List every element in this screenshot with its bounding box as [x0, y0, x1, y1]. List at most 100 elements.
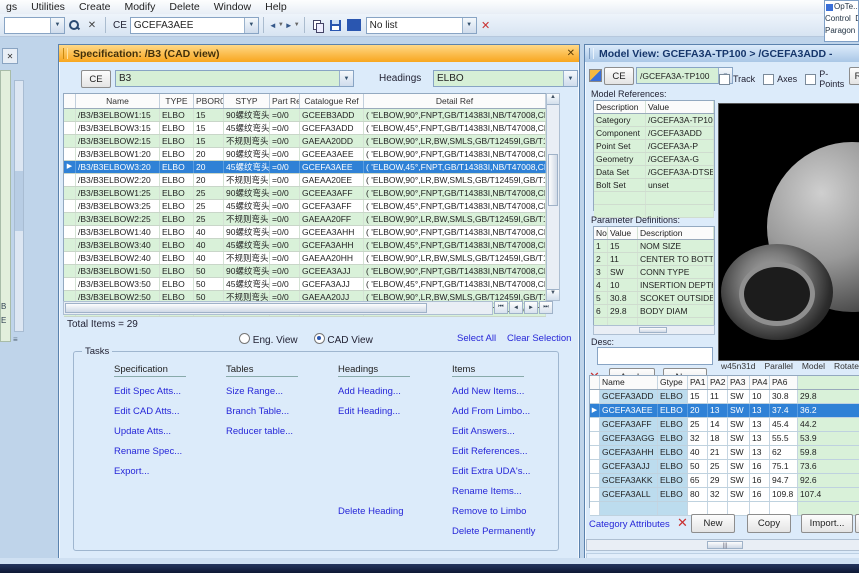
column-header[interactable]: Catalogue Ref	[300, 94, 364, 108]
menu-item-create[interactable]: Create	[79, 1, 111, 13]
table-row[interactable]: Data Set/GCEFA3A-DTSE	[594, 166, 714, 179]
clear-find-button[interactable]: ✕	[84, 17, 100, 33]
column-header[interactable]	[64, 94, 76, 108]
column-header[interactable]: Part Ref	[270, 94, 300, 108]
menu-item-utilities[interactable]: Utilities	[31, 1, 65, 13]
table-row[interactable]: /B3/B3ELBOW2:40ELBO40不规则弯头=0/0GAEAA20HH(…	[64, 252, 546, 265]
table-row[interactable]: 629.8BODY DIAM	[594, 305, 714, 318]
table-row[interactable]: Component/GCEFA3ADD	[594, 127, 714, 140]
list-combo[interactable]: No list ▼	[366, 17, 477, 34]
p-points-checkbox[interactable]: P-Points	[805, 69, 844, 89]
table-row[interactable]: GCEFA3AHHELBO4021SW136259.8	[590, 446, 859, 460]
options-panel-line[interactable]: Control De	[825, 13, 858, 25]
scroll-thumb[interactable]: |||	[707, 541, 743, 549]
select-all-link[interactable]: Select All	[457, 333, 496, 344]
task-link[interactable]: Edit References...	[452, 446, 528, 457]
task-link[interactable]: Edit Answers...	[452, 426, 515, 437]
reset-button[interactable]: Reset	[849, 67, 859, 85]
table-row[interactable]: Point Set/GCEFA3A-P	[594, 140, 714, 153]
table-row[interactable]: Category/GCEFA3A-TP100	[594, 114, 714, 127]
column-header[interactable]: PA6	[770, 376, 798, 389]
bottom-horizontal-scrollbar[interactable]: |||	[586, 539, 859, 551]
task-link[interactable]: Delete Permanently	[452, 526, 535, 537]
column-header[interactable]: Name	[600, 376, 658, 389]
table-row[interactable]: Geometry/GCEFA3A-G	[594, 153, 714, 166]
table-row[interactable]: /B3/B3ELBOW1:25ELBO2590螺纹弯头=0/0GCEEA3AFF…	[64, 187, 546, 200]
task-link[interactable]: Edit Extra UDA's...	[452, 466, 530, 477]
next-record-button[interactable]: ►	[524, 301, 538, 314]
table-row[interactable]: GCEFA3AJJELBO5025SW1675.173.6	[590, 460, 859, 474]
task-link[interactable]: Reducer table...	[226, 426, 293, 437]
import-button[interactable]: Import...	[801, 514, 853, 533]
column-header[interactable]	[590, 376, 600, 389]
headings-combo[interactable]: ELBO ▼	[433, 70, 578, 87]
table-row[interactable]: GCEFA3ALLELBO8032SW16109.8107.4	[590, 488, 859, 502]
copy-button[interactable]	[310, 17, 326, 33]
options-panel-line[interactable]: Paragon De	[825, 25, 858, 37]
dock-close-button[interactable]: ✕	[2, 48, 18, 64]
task-link[interactable]: Size Range...	[226, 386, 283, 397]
eng-view-radio[interactable]: Eng. View	[239, 333, 298, 346]
axes-checkbox[interactable]: Axes	[763, 69, 797, 89]
column-header[interactable]: PA3	[728, 376, 750, 389]
ce-combo[interactable]: GCEFA3AEE ▼	[130, 17, 259, 34]
task-link[interactable]: Delete Heading	[338, 506, 404, 517]
table-row[interactable]: /B3/B3ELBOW3:50ELBO5045螺纹弯头=0/0GCEFA3AJJ…	[64, 278, 546, 291]
column-header[interactable]: PBOR0	[194, 94, 224, 108]
spec-combo[interactable]: B3 ▼	[115, 70, 354, 87]
task-link[interactable]: Remove to Limbo	[452, 506, 526, 517]
column-header[interactable]: Value	[608, 227, 638, 239]
column-header[interactable]	[798, 376, 859, 389]
table-row[interactable]: GCEFA3AFFELBO2514SW1345.444.2	[590, 418, 859, 432]
new-button[interactable]: New	[691, 514, 735, 533]
params-horizontal-scrollbar[interactable]	[593, 325, 715, 335]
column-header[interactable]: PA1	[688, 376, 708, 389]
table-row[interactable]: GCEFA3AKKELBO6529SW1694.792.6	[590, 474, 859, 488]
back-button[interactable]: ◄	[269, 21, 277, 30]
model-3d-viewport[interactable]	[718, 103, 859, 361]
first-record-button[interactable]: ⏮	[494, 301, 508, 314]
table-row[interactable]: /B3/B3ELBOW2:20ELBO20不规则弯头=0/0GAEAA20EE(…	[64, 174, 546, 187]
save-button[interactable]	[328, 17, 344, 33]
menu-item-gs[interactable]: gs	[6, 1, 17, 13]
task-link[interactable]: Update Atts...	[114, 426, 171, 437]
menu-item-help[interactable]: Help	[265, 1, 287, 13]
column-header[interactable]: Description	[638, 227, 714, 239]
copy-button[interactable]: Copy	[747, 514, 791, 533]
spec-horizontal-scrollbar[interactable]	[63, 301, 493, 315]
list-view-button[interactable]	[346, 17, 362, 33]
table-row[interactable]: /B3/B3ELBOW1:15ELBO1590螺纹弯头=0/0GCEEB3ADD…	[64, 109, 546, 122]
ce-button[interactable]: CE	[81, 70, 111, 88]
task-link[interactable]: Rename Spec...	[114, 446, 182, 457]
column-header[interactable]: PA4	[750, 376, 770, 389]
chevron-down-icon[interactable]: ▼	[294, 22, 300, 28]
menu-item-modify[interactable]: Modify	[124, 1, 155, 13]
spec-vertical-scrollbar[interactable]: ▲ ▼	[546, 93, 560, 301]
table-row[interactable]: /B3/B3ELBOW2:25ELBO25不规则弯头=0/0GAEAA20FF(…	[64, 213, 546, 226]
dock-scrollbar[interactable]	[14, 80, 24, 332]
scroll-up-arrow[interactable]: ▲	[547, 94, 559, 105]
clear-selection-link[interactable]: Clear Selection	[507, 333, 571, 344]
table-row[interactable]: 211CENTER TO BOTTOM OF FACE	[594, 253, 714, 266]
table-row[interactable]: 530.8SCOKET OUTSIDE DIAM	[594, 292, 714, 305]
task-link[interactable]: Export...	[114, 466, 149, 477]
column-header[interactable]: STYP	[224, 94, 270, 108]
scroll-thumb[interactable]	[548, 154, 558, 206]
task-link[interactable]: Add Heading...	[338, 386, 401, 397]
table-row[interactable]	[594, 192, 714, 205]
category-attributes-link[interactable]: Category Attributes	[589, 519, 670, 530]
find-button[interactable]	[66, 17, 82, 33]
column-header[interactable]: Detail Ref	[364, 94, 546, 108]
table-row[interactable]: GCEFA3ADDELBO1511SW1030.829.8	[590, 390, 859, 404]
toolbar-combo-left[interactable]: ▼	[4, 17, 65, 34]
track-checkbox[interactable]: Track	[719, 69, 755, 89]
task-link[interactable]: Edit Spec Atts...	[114, 386, 181, 397]
last-record-button[interactable]: ⏭	[539, 301, 553, 314]
task-link[interactable]: Add From Limbo...	[452, 406, 530, 417]
clear-list-button[interactable]: ✕	[478, 17, 494, 33]
export-button[interactable]: Export...	[855, 514, 859, 533]
table-row[interactable]: 410INSERTION DEPTH	[594, 279, 714, 292]
task-link[interactable]: Add New Items...	[452, 386, 524, 397]
column-header[interactable]: Name	[76, 94, 160, 108]
task-link[interactable]: Rename Items...	[452, 486, 522, 497]
